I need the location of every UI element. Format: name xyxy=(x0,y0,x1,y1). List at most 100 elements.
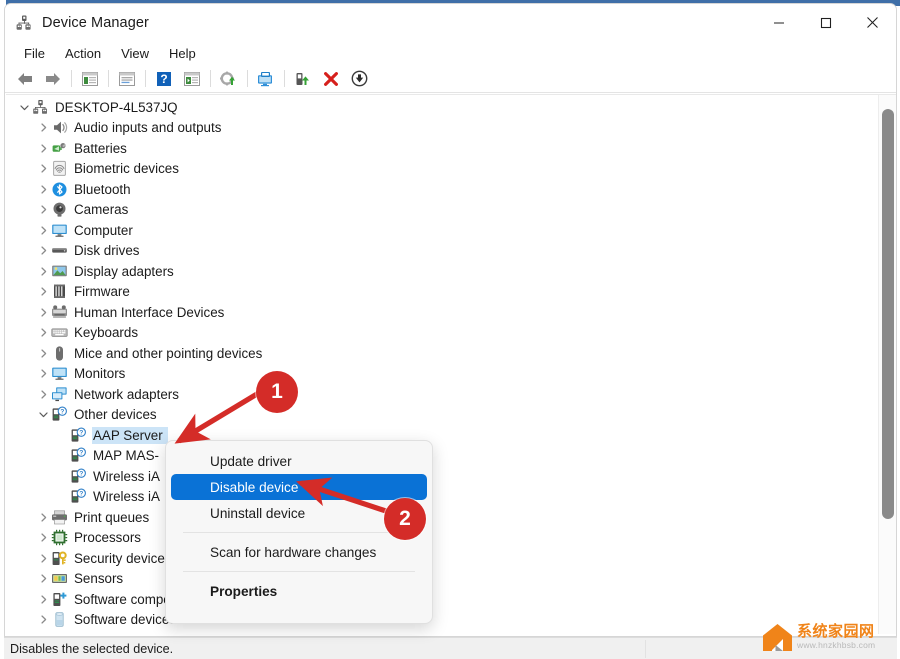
tree-row-label: Monitors xyxy=(74,366,126,382)
tree-row[interactable]: Mice and other pointing devices xyxy=(6,343,878,364)
tree-row[interactable]: Security device xyxy=(6,548,878,569)
tree-row[interactable]: Disk drives xyxy=(6,241,878,262)
scrollbar-thumb[interactable] xyxy=(882,109,894,519)
menu-help[interactable]: Help xyxy=(159,44,206,63)
tree-row[interactable]: Bluetooth xyxy=(6,179,878,200)
properties-button[interactable] xyxy=(113,67,141,91)
firmware-chip-icon xyxy=(51,283,68,300)
ctx-update-driver[interactable]: Update driver xyxy=(171,448,427,474)
watermark-url: www.hnzkhbsb.com xyxy=(797,640,876,650)
tree-row[interactable]: DESKTOP-4L537JQ xyxy=(6,97,878,118)
tree-row-label: Print queues xyxy=(74,509,150,525)
tree-row-label: DESKTOP-4L537JQ xyxy=(55,99,178,115)
close-button[interactable] xyxy=(849,4,896,41)
tree-row[interactable]: Biometric devices xyxy=(6,159,878,180)
device-tree-pane: DESKTOP-4L537JQ Audio inputs and outputs… xyxy=(6,94,896,634)
tree-row[interactable]: Human Interface Devices xyxy=(6,302,878,323)
tree-row[interactable]: Network adapters xyxy=(6,384,878,405)
show-hide-console-tree-button[interactable] xyxy=(76,67,104,91)
ctx-properties[interactable]: Properties xyxy=(171,578,427,604)
chevron-right-icon[interactable] xyxy=(35,140,51,156)
chevron-right-icon[interactable] xyxy=(35,509,51,525)
chevron-right-icon[interactable] xyxy=(35,263,51,279)
chevron-right-icon[interactable] xyxy=(35,345,51,361)
tree-row[interactable]: ? Wireless iA xyxy=(6,466,878,487)
uninstall-device-button[interactable] xyxy=(317,67,345,91)
tree-row-label: Network adapters xyxy=(74,386,179,402)
scan-hardware-changes-button[interactable] xyxy=(252,67,280,91)
menu-file[interactable]: File xyxy=(14,44,55,63)
chevron-right-icon[interactable] xyxy=(35,181,51,197)
tree-row-label: Human Interface Devices xyxy=(74,304,225,320)
title-bar: Device Manager xyxy=(5,4,896,41)
chevron-right-icon[interactable] xyxy=(35,550,51,566)
maximize-button[interactable] xyxy=(802,4,849,41)
ctx-scan-hardware-changes[interactable]: Scan for hardware changes xyxy=(171,539,427,565)
minimize-button[interactable] xyxy=(755,4,802,41)
chevron-right-icon[interactable] xyxy=(35,304,51,320)
tree-row[interactable]: Print queues xyxy=(6,507,878,528)
chevron-right-icon[interactable] xyxy=(35,202,51,218)
tree-row[interactable]: Display adapters xyxy=(6,261,878,282)
watermark: 系统家园网 www.hnzkhbsb.com xyxy=(762,620,894,654)
disk-drive-icon xyxy=(51,242,68,259)
menu-view[interactable]: View xyxy=(111,44,159,63)
device-manager-window: Device Manager File Action View Help ? D… xyxy=(4,3,897,637)
tree-row[interactable]: ? Other devices xyxy=(6,405,878,426)
tree-row-label: Sensors xyxy=(74,571,124,587)
chevron-down-icon[interactable] xyxy=(16,99,32,115)
tree-row[interactable]: Keyboards xyxy=(6,323,878,344)
chevron-right-icon[interactable] xyxy=(35,530,51,546)
chevron-right-icon[interactable] xyxy=(35,386,51,402)
chevron-right-icon[interactable] xyxy=(35,222,51,238)
toolbar-separator-4 xyxy=(210,70,211,87)
tree-row[interactable]: ? MAP MAS- xyxy=(6,446,878,467)
chevron-right-icon[interactable] xyxy=(35,284,51,300)
display-adapter-icon xyxy=(51,263,68,280)
tree-row[interactable]: Computer xyxy=(6,220,878,241)
tree-row[interactable]: ? AAP Server xyxy=(6,425,878,446)
unknown-device-icon: ? xyxy=(70,468,87,485)
chevron-right-icon[interactable] xyxy=(35,325,51,341)
tree-row[interactable]: Monitors xyxy=(6,364,878,385)
device-manager-icon xyxy=(15,14,33,32)
help-button[interactable]: ? xyxy=(150,67,178,91)
disable-device-button[interactable] xyxy=(345,67,373,91)
chevron-down-icon[interactable] xyxy=(35,407,51,423)
tree-row-label: Computer xyxy=(74,222,133,238)
chevron-right-icon[interactable] xyxy=(35,612,51,628)
svg-text:?: ? xyxy=(60,409,64,416)
chevron-right-icon[interactable] xyxy=(35,591,51,607)
forward-button[interactable] xyxy=(39,67,67,91)
chevron-right-icon[interactable] xyxy=(35,243,51,259)
tree-row[interactable]: ? Wireless iA xyxy=(6,487,878,508)
chevron-right-icon[interactable] xyxy=(35,161,51,177)
tree-row[interactable]: Cameras xyxy=(6,200,878,221)
back-button[interactable] xyxy=(11,67,39,91)
vertical-scrollbar[interactable] xyxy=(878,95,896,634)
sensor-icon xyxy=(51,570,68,587)
ctx-disable-device[interactable]: Disable device xyxy=(171,474,427,500)
tree-row-label: MAP MAS- xyxy=(93,448,159,464)
watermark-text: 系统家园网 www.hnzkhbsb.com xyxy=(797,624,876,651)
annotation-badge-2: 2 xyxy=(384,498,426,540)
chevron-none xyxy=(54,427,70,443)
update-driver-button[interactable] xyxy=(215,67,243,91)
chevron-right-icon[interactable] xyxy=(35,120,51,136)
tree-row[interactable]: Firmware xyxy=(6,282,878,303)
tree-row[interactable]: Batteries xyxy=(6,138,878,159)
chevron-right-icon[interactable] xyxy=(35,571,51,587)
tree-row[interactable]: Audio inputs and outputs xyxy=(6,118,878,139)
chevron-none xyxy=(54,448,70,464)
menu-action[interactable]: Action xyxy=(55,44,111,63)
chevron-right-icon[interactable] xyxy=(35,366,51,382)
tree-row[interactable]: Processors xyxy=(6,528,878,549)
camera-icon xyxy=(51,201,68,218)
show-hide-action-pane-button[interactable] xyxy=(178,67,206,91)
unknown-device-icon: ? xyxy=(51,406,68,423)
tree-row[interactable]: Software components xyxy=(6,589,878,610)
tree-row[interactable]: Sensors xyxy=(6,569,878,590)
toolbar-separator-5 xyxy=(247,70,248,87)
tree-row[interactable]: Software devices xyxy=(6,610,878,631)
enable-device-button[interactable] xyxy=(289,67,317,91)
